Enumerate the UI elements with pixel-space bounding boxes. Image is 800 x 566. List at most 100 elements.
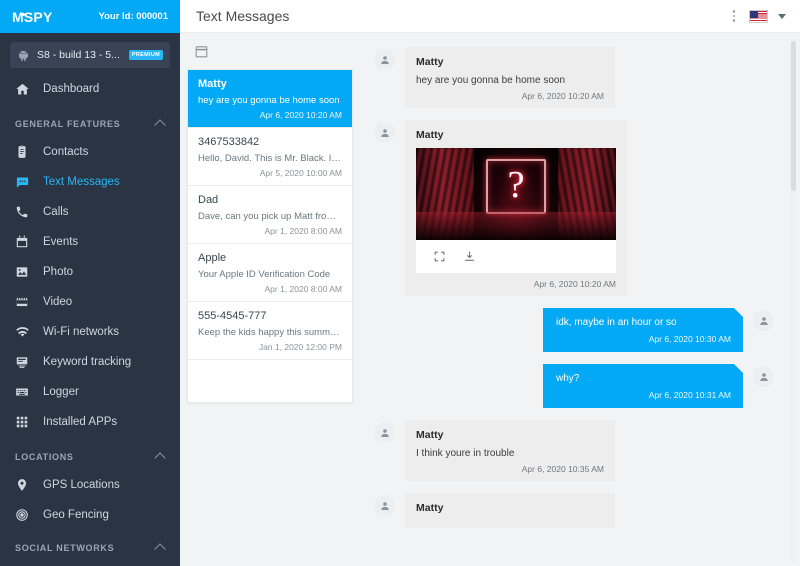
- chat-panel: Matty hey are you gonna be home soon Apr…: [360, 33, 800, 566]
- sidebar-item-label: Photo: [43, 266, 73, 278]
- target-icon: [14, 507, 30, 523]
- avatar: [753, 310, 774, 331]
- message-sender: Matty: [416, 129, 616, 141]
- device-selector[interactable]: S8 - build 13 - 5... PREMIUM: [10, 42, 170, 68]
- sidebar-item-geo-fencing[interactable]: Geo Fencing: [0, 500, 180, 530]
- sidebar-item-label: Wi-Fi networks: [43, 326, 119, 338]
- sidebar-item-contacts[interactable]: Contacts: [0, 137, 180, 167]
- sidebar-item-calls[interactable]: Calls: [0, 197, 180, 227]
- mspy-logo[interactable]: MSPY: [12, 9, 53, 25]
- avatar: [374, 122, 395, 143]
- grid-icon: [14, 414, 30, 430]
- conversation-list[interactable]: Matty hey are you gonna be home soon Apr…: [187, 69, 353, 403]
- sidebar-item-installed-apps[interactable]: Installed APPs: [0, 407, 180, 437]
- download-icon[interactable]: [462, 249, 476, 263]
- sidebar-item-wifi[interactable]: Wi-Fi networks: [0, 317, 180, 347]
- chevron-up-icon: [154, 119, 165, 130]
- expand-icon[interactable]: [432, 249, 446, 263]
- map-pin-icon: [14, 477, 30, 493]
- conversation-name: Matty: [198, 78, 342, 90]
- chevron-up-icon: [154, 452, 165, 463]
- message-sender: Matty: [416, 429, 604, 441]
- list-item[interactable]: 3467533842 Hello, David. This is Mr. Bla…: [188, 128, 352, 186]
- list-item[interactable]: Matty hey are you gonna be home soon Apr…: [188, 70, 352, 128]
- conversation-time: Apr 6, 2020 10:20 AM: [198, 110, 342, 120]
- chevron-up-icon: [154, 543, 165, 554]
- wifi-icon: [14, 324, 30, 340]
- sidebar-section-social-networks[interactable]: SOCIAL NETWORKS: [0, 530, 180, 561]
- message-time: Apr 6, 2020 10:30 AM: [556, 334, 731, 344]
- list-item[interactable]: Apple Your Apple ID Verification Code Ap…: [188, 244, 352, 302]
- sidebar-item-label: Keyword tracking: [43, 356, 131, 368]
- conversation-panel: Matty hey are you gonna be home soon Apr…: [180, 33, 360, 566]
- message-thread: Matty hey are you gonna be home soon Apr…: [360, 33, 800, 566]
- message-time: Apr 6, 2020 10:35 AM: [416, 464, 604, 474]
- sidebar-item-dashboard[interactable]: Dashboard: [0, 74, 180, 104]
- chevron-down-icon[interactable]: [778, 14, 786, 19]
- message-row: Matty: [374, 493, 774, 528]
- message-bubble-incoming: Matty I think youre in trouble Apr 6, 20…: [405, 420, 615, 481]
- logo-m: M: [12, 9, 24, 25]
- message-sender: Matty: [416, 502, 604, 514]
- media-actions: [416, 240, 616, 273]
- conversation-toolbar: [180, 33, 360, 69]
- photo-icon: [14, 264, 30, 280]
- message-bubble-incoming: Matty: [405, 493, 615, 528]
- list-item[interactable]: 555-4545-777 Keep the kids happy this su…: [188, 302, 352, 360]
- message-text: I think youre in trouble: [416, 448, 604, 459]
- conversation-name: 3467533842: [198, 136, 342, 148]
- sidebar-item-label: Events: [43, 236, 78, 248]
- message-bubble-outgoing: why? Apr 6, 2020 10:31 AM: [543, 364, 743, 408]
- sidebar-item-label: Dashboard: [43, 83, 99, 95]
- sidebar-item-photo[interactable]: Photo: [0, 257, 180, 287]
- message-row: Matty hey are you gonna be home soon Apr…: [374, 47, 774, 108]
- message-row: why? Apr 6, 2020 10:31 AM: [374, 364, 774, 408]
- sidebar-section-general[interactable]: GENERAL FEATURES: [0, 104, 180, 137]
- top-bar: MSPY Your Id: 000001 Text Messages: [0, 0, 800, 33]
- media-attachment: ?: [416, 148, 616, 273]
- conversation-preview: hey are you gonna be home soon: [198, 95, 342, 106]
- message-icon: [14, 174, 30, 190]
- conversation-preview: Your Apple ID Verification Code: [198, 269, 342, 280]
- sidebar-item-label: Installed APPs: [43, 416, 117, 428]
- sidebar-item-label: Video: [43, 296, 72, 308]
- sidebar-item-keyword-tracking[interactable]: Keyword tracking: [0, 347, 180, 377]
- sidebar-item-logger[interactable]: Logger: [0, 377, 180, 407]
- chat-scrollbar[interactable]: [791, 41, 796, 562]
- conversation-preview: Dave, can you pick up Matt from schoo...: [198, 211, 342, 222]
- title-bar: Text Messages: [180, 0, 800, 33]
- conversation-time: Apr 5, 2020 10:00 AM: [198, 168, 342, 178]
- us-flag-icon[interactable]: [749, 10, 768, 23]
- conversation-time: Apr 1, 2020 8:00 AM: [198, 226, 342, 236]
- sidebar-section-label: GENERAL FEATURES: [15, 119, 120, 129]
- message-time: Apr 6, 2020 10:20 AM: [416, 279, 616, 289]
- message-text: why?: [556, 373, 731, 384]
- message-text: idk, maybe in an hour or so: [556, 317, 731, 328]
- avatar: [374, 495, 395, 516]
- list-item[interactable]: Dad Dave, can you pick up Matt from scho…: [188, 186, 352, 244]
- message-row: Matty ?: [374, 120, 774, 296]
- conversation-time: Jan 1, 2020 12:00 PM: [198, 342, 342, 352]
- sidebar-item-video[interactable]: Video: [0, 287, 180, 317]
- message-bubble-outgoing: idk, maybe in an hour or so Apr 6, 2020 …: [543, 308, 743, 352]
- message-time: Apr 6, 2020 10:31 AM: [556, 390, 731, 400]
- header-actions: [729, 8, 787, 24]
- calendar-icon[interactable]: [194, 44, 209, 59]
- sidebar-item-label: Contacts: [43, 146, 88, 158]
- calendar-icon: [14, 234, 30, 250]
- keyboard-icon: [14, 384, 30, 400]
- vertical-dots-icon[interactable]: [729, 8, 740, 24]
- sidebar-item-events[interactable]: Events: [0, 227, 180, 257]
- sidebar-section-label: LOCATIONS: [15, 452, 74, 462]
- chat-scrollbar-thumb[interactable]: [791, 41, 796, 191]
- avatar: [374, 49, 395, 70]
- logo-spy: SPY: [24, 9, 53, 25]
- contacts-icon: [14, 144, 30, 160]
- conversation-preview: Keep the kids happy this summer with ...: [198, 327, 342, 338]
- sidebar-item-gps-locations[interactable]: GPS Locations: [0, 470, 180, 500]
- message-bubble-incoming-image: Matty ?: [405, 120, 627, 296]
- sidebar-section-locations[interactable]: LOCATIONS: [0, 437, 180, 470]
- sidebar-item-text-messages[interactable]: Text Messages: [0, 167, 180, 197]
- attachment-image[interactable]: ?: [416, 148, 616, 240]
- message-time: Apr 6, 2020 10:20 AM: [416, 91, 604, 101]
